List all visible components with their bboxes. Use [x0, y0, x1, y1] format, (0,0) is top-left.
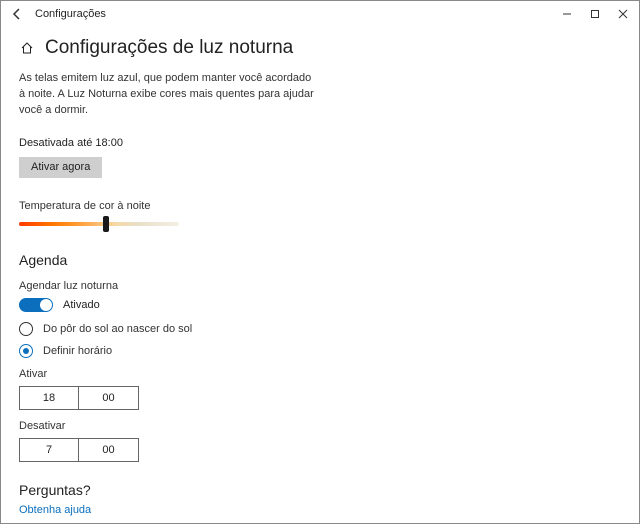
radio-hours-row[interactable]: Definir horário	[19, 344, 621, 358]
radio-sunset-row[interactable]: Do pôr do sol ao nascer do sol	[19, 322, 621, 336]
back-button[interactable]	[7, 8, 29, 20]
help-heading: Perguntas?	[19, 482, 621, 498]
toggle-knob	[40, 299, 52, 311]
deactivate-label: Desativar	[19, 420, 621, 432]
schedule-toggle-state: Ativado	[63, 299, 100, 311]
slider-thumb[interactable]	[103, 216, 109, 232]
page-title: Configurações de luz noturna	[45, 37, 293, 59]
deactivate-time-picker[interactable]: 7 00	[19, 438, 621, 462]
slider-label: Temperatura de cor à noite	[19, 200, 621, 212]
radio-sunset-label: Do pôr do sol ao nascer do sol	[43, 323, 192, 335]
schedule-heading: Agenda	[19, 252, 621, 268]
status-text: Desativada até 18:00	[19, 137, 621, 149]
schedule-toggle[interactable]	[19, 298, 53, 312]
minimize-button[interactable]	[553, 3, 581, 25]
color-temperature-slider[interactable]	[19, 218, 179, 230]
deactivate-hour[interactable]: 7	[19, 438, 79, 462]
page-description: As telas emitem luz azul, que podem mant…	[19, 71, 319, 119]
titlebar: Configurações	[1, 1, 639, 27]
window-controls	[553, 3, 637, 25]
slider-track	[19, 222, 179, 226]
deactivate-minute[interactable]: 00	[79, 438, 139, 462]
close-button[interactable]	[609, 3, 637, 25]
home-icon[interactable]	[19, 40, 35, 56]
activate-label: Ativar	[19, 368, 621, 380]
radio-hours-label: Definir horário	[43, 345, 112, 357]
schedule-toggle-row: Ativado	[19, 298, 621, 312]
schedule-toggle-label: Agendar luz noturna	[19, 280, 621, 292]
activate-now-button[interactable]: Ativar agora	[19, 157, 102, 178]
maximize-button[interactable]	[581, 3, 609, 25]
page-header: Configurações de luz noturna	[19, 37, 621, 59]
activate-minute[interactable]: 00	[79, 386, 139, 410]
window-title: Configurações	[35, 8, 106, 20]
radio-set-hours[interactable]	[19, 344, 33, 358]
content-area: Configurações de luz noturna As telas em…	[1, 27, 639, 526]
help-link[interactable]: Obtenha ajuda	[19, 504, 91, 516]
radio-sunset[interactable]	[19, 322, 33, 336]
activate-time-picker[interactable]: 18 00	[19, 386, 621, 410]
activate-hour[interactable]: 18	[19, 386, 79, 410]
